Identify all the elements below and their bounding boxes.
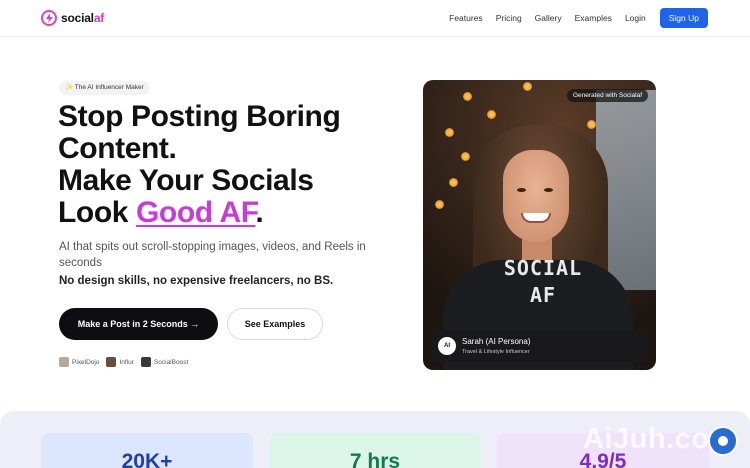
bokeh-light [461, 152, 470, 161]
top-nav: socialaf Features Pricing Gallery Exampl… [0, 0, 750, 37]
brand-pixeldojo: PixelDojo [59, 357, 99, 367]
bokeh-light [487, 110, 496, 119]
stat-card-hours: 7 hrs [269, 433, 481, 468]
logo-text: socialaf [61, 11, 105, 25]
hero-subtitle: AI that spits out scroll-stopping images… [59, 241, 366, 269]
headline-line-1: Stop Posting Boring Content. [58, 100, 341, 165]
persona-role: Travel & Lifestyle Influencer [462, 349, 530, 355]
persona-card: AI Sarah (AI Persona) Travel & Lifestyle… [432, 330, 648, 362]
nav-links: Features Pricing Gallery Examples Login … [436, 8, 708, 28]
brand-logo-icon [106, 357, 117, 367]
headline-accent: Good AF [136, 196, 256, 229]
bokeh-light [523, 82, 532, 91]
nav-link-examples[interactable]: Examples [575, 8, 612, 28]
nav-link-pricing[interactable]: Pricing [496, 8, 522, 28]
generated-badge: Generated with Socialaf [566, 89, 648, 102]
bokeh-light [463, 92, 472, 101]
hero-headline: Stop Posting Boring Content. Make Your S… [58, 101, 388, 229]
logo[interactable]: socialaf [41, 10, 104, 26]
headline-end: . [255, 196, 264, 229]
lightning-logo-icon [41, 10, 57, 26]
nav-link-login[interactable]: Login [625, 8, 646, 28]
persona-avatar: AI [438, 337, 456, 355]
bokeh-light [435, 200, 444, 209]
bokeh-light [449, 178, 458, 187]
see-examples-button[interactable]: See Examples [227, 308, 323, 340]
persona-face [503, 150, 569, 242]
brand-socialboost: SocialBoost [140, 357, 188, 367]
nav-link-gallery[interactable]: Gallery [535, 8, 562, 28]
stat-card-posts: 20K+ [41, 433, 253, 468]
bokeh-light [445, 128, 454, 137]
brand-influr: Influr [106, 357, 134, 367]
hero-persona-image: SOCIAL AF Generated with Socialaf AI Sar… [423, 80, 656, 370]
hero-subtitle-bold: No design skills, no expensive freelance… [59, 275, 334, 287]
persona-eye [517, 188, 526, 192]
stat-value: 7 hrs [349, 450, 401, 468]
trusted-brands: PixelDojo Influr SocialBoost [59, 357, 195, 367]
tagline-pill: ✨ The AI Influencer Maker [59, 81, 150, 95]
bokeh-light [587, 120, 596, 129]
brand-logo-icon [140, 357, 151, 367]
make-post-button[interactable]: Make a Post in 2 Seconds → [59, 308, 218, 340]
stat-value: 20K+ [121, 450, 173, 468]
signup-button[interactable]: Sign Up [659, 8, 708, 28]
watermark-logo-icon [708, 426, 738, 456]
shirt-print: SOCIAL AF [503, 256, 583, 307]
brand-logo-icon [59, 357, 69, 367]
nav-link-features[interactable]: Features [449, 8, 483, 28]
persona-eye [544, 188, 553, 192]
persona-name: Sarah (AI Persona) [462, 337, 531, 346]
